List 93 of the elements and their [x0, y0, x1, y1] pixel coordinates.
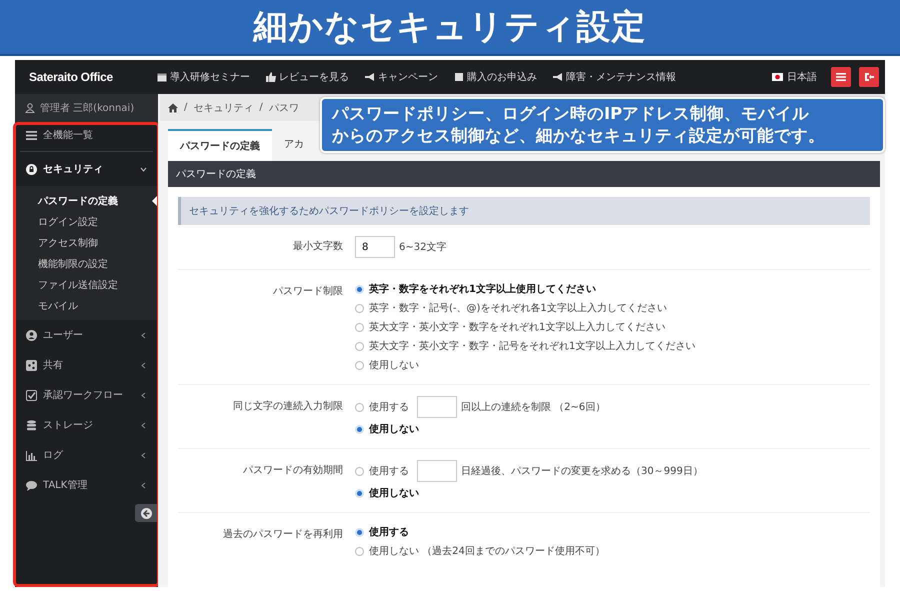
number-field[interactable] — [417, 460, 457, 482]
chevron-left-icon — [140, 392, 147, 398]
radio-button[interactable] — [355, 284, 364, 294]
chevron-left-icon — [140, 362, 147, 368]
field-label: 最小文字数 — [292, 240, 344, 254]
radio-button[interactable] — [355, 402, 364, 412]
radio-button[interactable] — [355, 546, 364, 556]
chart-icon — [26, 450, 37, 460]
user-icon — [26, 330, 37, 340]
radio-button[interactable] — [355, 466, 364, 476]
field-label: パスワードの有効期間 — [242, 464, 344, 478]
home-icon[interactable] — [168, 102, 178, 112]
radio-option[interactable]: 英字・数字・記号(-、@)をそれぞれ各1文字以上入力してください — [355, 301, 667, 315]
sidebar-item[interactable]: 承認ワークフロー — [16, 380, 157, 410]
submenu-item[interactable]: アクセス制御 — [16, 232, 157, 253]
banner-title: 細かなセキュリティ設定 — [254, 6, 646, 49]
calendar-icon — [157, 72, 167, 82]
nav-link[interactable]: 障害・メンテナンス情報 — [553, 70, 676, 84]
thumb-icon — [266, 72, 276, 82]
back-arrow-icon — [140, 508, 152, 518]
field-hint: 回以上の連続を制限 （2~6回） — [461, 400, 606, 414]
check-icon — [26, 390, 37, 400]
submenu-item[interactable]: 機能制限の設定 — [16, 253, 157, 274]
nav-link[interactable]: 導入研修セミナー — [157, 70, 250, 84]
submenu-item[interactable]: ファイル送信設定 — [16, 274, 157, 295]
nav-link[interactable]: キャンペーン — [365, 70, 438, 84]
chevron-left-icon — [140, 482, 147, 488]
submenu-item[interactable]: パスワードの定義 — [16, 190, 157, 211]
collapse-button[interactable] — [135, 504, 157, 522]
breadcrumb-link[interactable]: パスワ — [268, 100, 299, 114]
menu-button[interactable] — [831, 67, 851, 87]
language-selector[interactable]: 日本語 — [772, 70, 817, 84]
panel-title: パスワードの定義 — [176, 169, 256, 180]
radio-option[interactable]: 使用しない — [355, 422, 419, 436]
sidebar-item[interactable]: ストレージ — [16, 410, 157, 440]
radio-option[interactable]: 使用する — [355, 525, 409, 539]
field-label: 過去のパスワードを再利用 — [222, 528, 344, 542]
radio-button[interactable] — [355, 360, 364, 370]
radio-button[interactable] — [355, 342, 364, 350]
user-icon — [25, 103, 35, 113]
submenu-item[interactable]: モバイル — [16, 295, 157, 316]
radio-option[interactable]: 使用しない （過去24回までのパスワード使用不可） — [355, 544, 605, 558]
radio-option[interactable]: 使用しない — [355, 486, 419, 500]
sidebar-item[interactable]: ログ — [16, 440, 157, 470]
lock-icon — [26, 164, 37, 174]
radio-option[interactable]: 使用する — [355, 400, 409, 414]
radio-option[interactable]: 英大文字・英小文字・数字・記号をそれぞれ1文字以上入力してください — [355, 339, 696, 353]
logout-icon — [864, 72, 874, 82]
chevron-left-icon — [140, 332, 147, 338]
flag-icon — [772, 73, 783, 81]
breadcrumb-link[interactable]: セキュリティ — [193, 100, 254, 114]
field-label: 同じ文字の連続入力制限 — [232, 400, 344, 414]
breadcrumb-separator: / — [184, 102, 188, 113]
logo[interactable]: Sateraito Office — [29, 70, 149, 84]
chat-icon — [26, 480, 37, 490]
nav-link[interactable]: 購入のお申込み — [454, 70, 537, 84]
submenu-item[interactable]: ログイン設定 — [16, 211, 157, 232]
field-label: パスワード制限 — [272, 284, 344, 299]
info-text: セキュリティを強化するためパスワードポリシーを設定します — [189, 206, 469, 217]
radio-option[interactable]: 使用しない — [355, 358, 419, 372]
callout-text: パスワードポリシー、ログイン時のIPアドレス制御、モバイル — [332, 103, 810, 125]
user-name: 管理者 三郎(konnai) — [40, 102, 134, 115]
number-field[interactable]: 8 — [355, 236, 395, 258]
tab[interactable]: パスワードの定義 — [168, 129, 272, 161]
sidebar-item[interactable]: TALK管理 — [16, 470, 157, 500]
sidebar-item[interactable]: セキュリティ — [16, 152, 157, 186]
megaphone-icon — [365, 72, 375, 82]
db-icon — [26, 420, 37, 430]
number-field[interactable] — [417, 396, 457, 418]
sidebar-item[interactable]: 共有 — [16, 350, 157, 380]
megaphone-icon — [553, 72, 563, 82]
radio-option[interactable]: 英字・数字をそれぞれ1文字以上使用してください — [355, 282, 596, 296]
radio-button[interactable] — [355, 488, 364, 498]
chevron-down-icon — [140, 166, 147, 172]
field-hint: 日経過後、パスワードの変更を求める（30～999日） — [461, 464, 703, 478]
radio-button[interactable] — [355, 528, 364, 536]
logout-button[interactable] — [859, 67, 879, 87]
field-hint: 6~32文字 — [399, 240, 446, 254]
breadcrumb-separator: / — [259, 102, 263, 113]
radio-option[interactable]: 英大文字・英小文字・数字をそれぞれ1文字以上入力してください — [355, 320, 666, 334]
radio-option[interactable]: 使用する — [355, 464, 409, 478]
tab[interactable]: アカ — [272, 129, 316, 161]
radio-button[interactable] — [355, 424, 364, 434]
radio-button[interactable] — [355, 304, 364, 312]
chevron-left-icon — [140, 422, 147, 428]
sidebar-item[interactable]: 全機能一覧 — [20, 125, 153, 152]
menu-icon — [836, 72, 846, 82]
sidebar-item[interactable]: ユーザー — [16, 320, 157, 350]
list-icon — [26, 130, 37, 140]
chevron-left-icon — [140, 452, 147, 458]
radio-button[interactable] — [355, 322, 364, 332]
callout-text: からのアクセス制御など、細かなセキュリティ設定が可能です。 — [332, 125, 826, 147]
nav-link[interactable]: レビューを見る — [266, 70, 349, 84]
